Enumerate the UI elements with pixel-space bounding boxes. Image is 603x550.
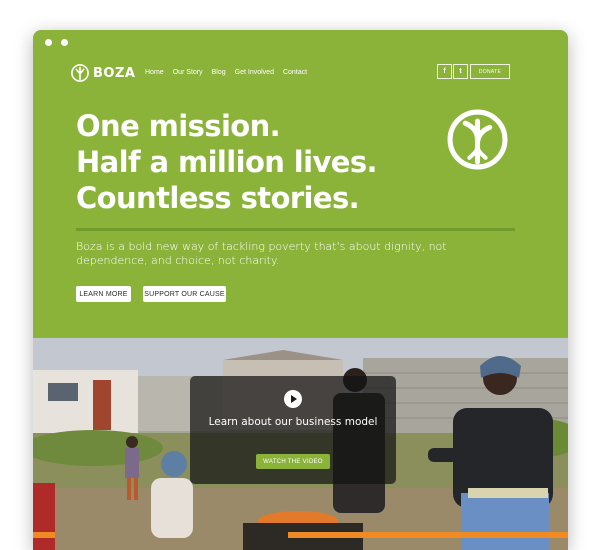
twitter-icon[interactable]: t (453, 64, 468, 79)
nav-item-blog[interactable]: Blog (212, 69, 226, 76)
main-nav: Home Our Story Blog Get Involved Contact (145, 69, 307, 76)
video-overlay: Learn about our business model WATCH THE… (190, 376, 396, 484)
brand-logo[interactable]: BOZA (71, 64, 135, 82)
video-title: Learn about our business model (208, 416, 378, 428)
nav-item-get-involved[interactable]: Get Involved (235, 69, 274, 76)
headline-line: One mission. (76, 109, 281, 143)
accent-bar (288, 532, 568, 538)
play-icon[interactable] (284, 390, 302, 408)
brand-name: BOZA (93, 65, 136, 81)
browser-window: BOZA Home Our Story Blog Get Involved Co… (33, 30, 568, 550)
accent-bar (33, 532, 55, 538)
support-our-cause-button[interactable]: SUPPORT OUR CAUSE (143, 286, 226, 302)
headline-line: Half a million lives. (76, 145, 378, 179)
window-dot-icon (45, 39, 52, 46)
hero-headline: One mission. Half a million lives. Count… (76, 108, 378, 216)
tree-icon (71, 64, 89, 82)
watch-video-button[interactable]: WATCH THE VIDEO (256, 454, 330, 469)
hero-tagline: Boza is a bold new way of tackling pover… (76, 240, 447, 267)
nav-item-home[interactable]: Home (145, 69, 164, 76)
hero-divider (76, 228, 515, 231)
tree-emblem-icon (447, 109, 508, 170)
learn-more-button[interactable]: LEARN MORE (76, 286, 131, 302)
nav-item-contact[interactable]: Contact (283, 69, 307, 76)
headline-line: Countless stories. (76, 181, 360, 215)
nav-item-our-story[interactable]: Our Story (173, 69, 203, 76)
window-dot-icon (61, 39, 68, 46)
facebook-icon[interactable]: f (437, 64, 452, 79)
donate-button[interactable]: DONATE (470, 64, 510, 79)
